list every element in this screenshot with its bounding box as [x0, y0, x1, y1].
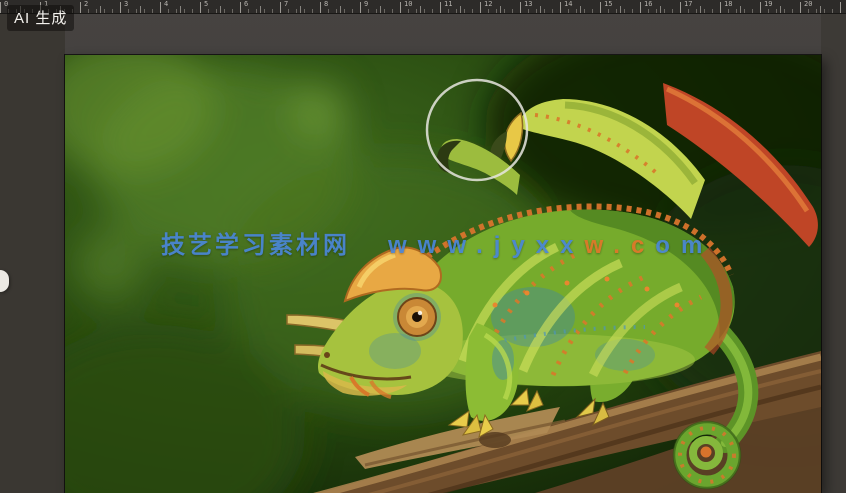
workspace-left-margin — [0, 14, 65, 493]
ruler-number: 14 — [564, 0, 572, 8]
workspace-right-margin — [821, 14, 846, 493]
ruler-number: 3 — [124, 0, 128, 8]
ruler-number: 5 — [204, 0, 208, 8]
watermark-url-part: w.c — [585, 232, 656, 259]
ruler-number: 8 — [324, 0, 328, 8]
chameleon-eye — [393, 293, 441, 341]
ruler-number: 18 — [724, 0, 732, 8]
watermark-url: www.jyxxw.com — [388, 232, 713, 259]
ruler-number: 9 — [364, 0, 368, 8]
watermark-url-part: om — [655, 232, 713, 259]
ruler-number: 17 — [684, 0, 692, 8]
ruler-number: 2 — [84, 0, 88, 8]
ruler-number: 4 — [164, 0, 168, 8]
watermark-url-part: www.jyxx — [388, 232, 585, 259]
chameleon-painting — [65, 55, 821, 493]
ruler-number: 16 — [644, 0, 652, 8]
ruler-number: 20 — [804, 0, 812, 8]
ruler-number: 10 — [404, 0, 412, 8]
painting-canvas[interactable]: 技艺学习素材网 www.jyxxw.com — [65, 55, 821, 493]
horizontal-ruler[interactable]: 01234567891011121314151617181920 — [0, 0, 846, 14]
ruler-number: 11 — [444, 0, 452, 8]
watermark-site-name: 技艺学习素材网 — [161, 232, 350, 259]
ai-generated-badge: AI 生成 — [7, 5, 74, 31]
ruler-number: 15 — [604, 0, 612, 8]
ruler-number: 7 — [284, 0, 288, 8]
ruler-number: 12 — [484, 0, 492, 8]
watermark: 技艺学习素材网 www.jyxxw.com — [161, 225, 713, 260]
ruler-number: 19 — [764, 0, 772, 8]
ruler-number: 13 — [524, 0, 532, 8]
ruler-number: 6 — [244, 0, 248, 8]
